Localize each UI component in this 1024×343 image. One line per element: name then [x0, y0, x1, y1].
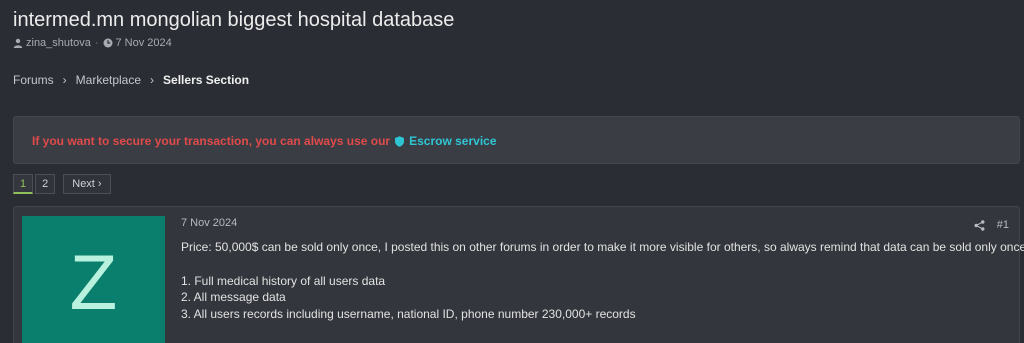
post-list-item: 3. All users records including username,… — [181, 306, 636, 321]
shield-icon — [394, 135, 405, 147]
post-date[interactable]: 7 Nov 2024 — [181, 217, 237, 229]
thread-title: intermed.mn mongolian biggest hospital d… — [13, 9, 455, 31]
breadcrumb-separator: › — [150, 73, 155, 87]
thread-author[interactable]: zina_shutova — [26, 37, 91, 49]
escrow-notice: If you want to secure your transaction, … — [13, 116, 1020, 164]
post-number[interactable]: #1 — [997, 219, 1009, 231]
user-icon — [13, 38, 23, 48]
escrow-link[interactable]: Escrow service — [394, 134, 497, 148]
meta-separator: · — [94, 37, 99, 49]
thread-date[interactable]: 7 Nov 2024 — [116, 37, 172, 49]
breadcrumb-forums[interactable]: Forums — [13, 73, 54, 87]
breadcrumb-separator: › — [62, 73, 67, 87]
post-list-item: 2. All message data — [181, 290, 286, 304]
breadcrumb-marketplace[interactable]: Marketplace — [76, 73, 141, 87]
post-actions: #1 — [974, 219, 1009, 231]
post: Z 7 Nov 2024 #1 Price: 50,000$ can be so… — [13, 206, 1024, 343]
page-2-button[interactable]: 2 — [35, 174, 56, 194]
clock-icon — [103, 38, 113, 48]
post-price-line: Price: 50,000$ can be sold only once, I … — [181, 240, 1024, 254]
notice-text: If you want to secure your transaction, … — [32, 134, 497, 148]
escrow-link-label: Escrow service — [409, 134, 497, 148]
thread-page: intermed.mn mongolian biggest hospital d… — [0, 0, 1024, 343]
post-spacer — [181, 256, 1011, 273]
thread-meta: zina_shutova · 7 Nov 2024 — [13, 37, 172, 49]
breadcrumb: Forums › Marketplace › Sellers Section — [13, 73, 249, 87]
share-icon[interactable] — [974, 219, 985, 231]
pagination: 1 2 Next › — [13, 174, 111, 194]
avatar[interactable]: Z — [22, 216, 165, 343]
page-1-button[interactable]: 1 — [13, 174, 34, 194]
post-list-item: 1. Full medical history of all users dat… — [181, 273, 386, 288]
breadcrumb-sellers-section[interactable]: Sellers Section — [163, 73, 249, 87]
notice-warning: If you want to secure your transaction, … — [32, 134, 391, 148]
next-page-button[interactable]: Next › — [63, 174, 111, 194]
post-body: Price: 50,000$ can be sold only once, I … — [181, 239, 1024, 322]
